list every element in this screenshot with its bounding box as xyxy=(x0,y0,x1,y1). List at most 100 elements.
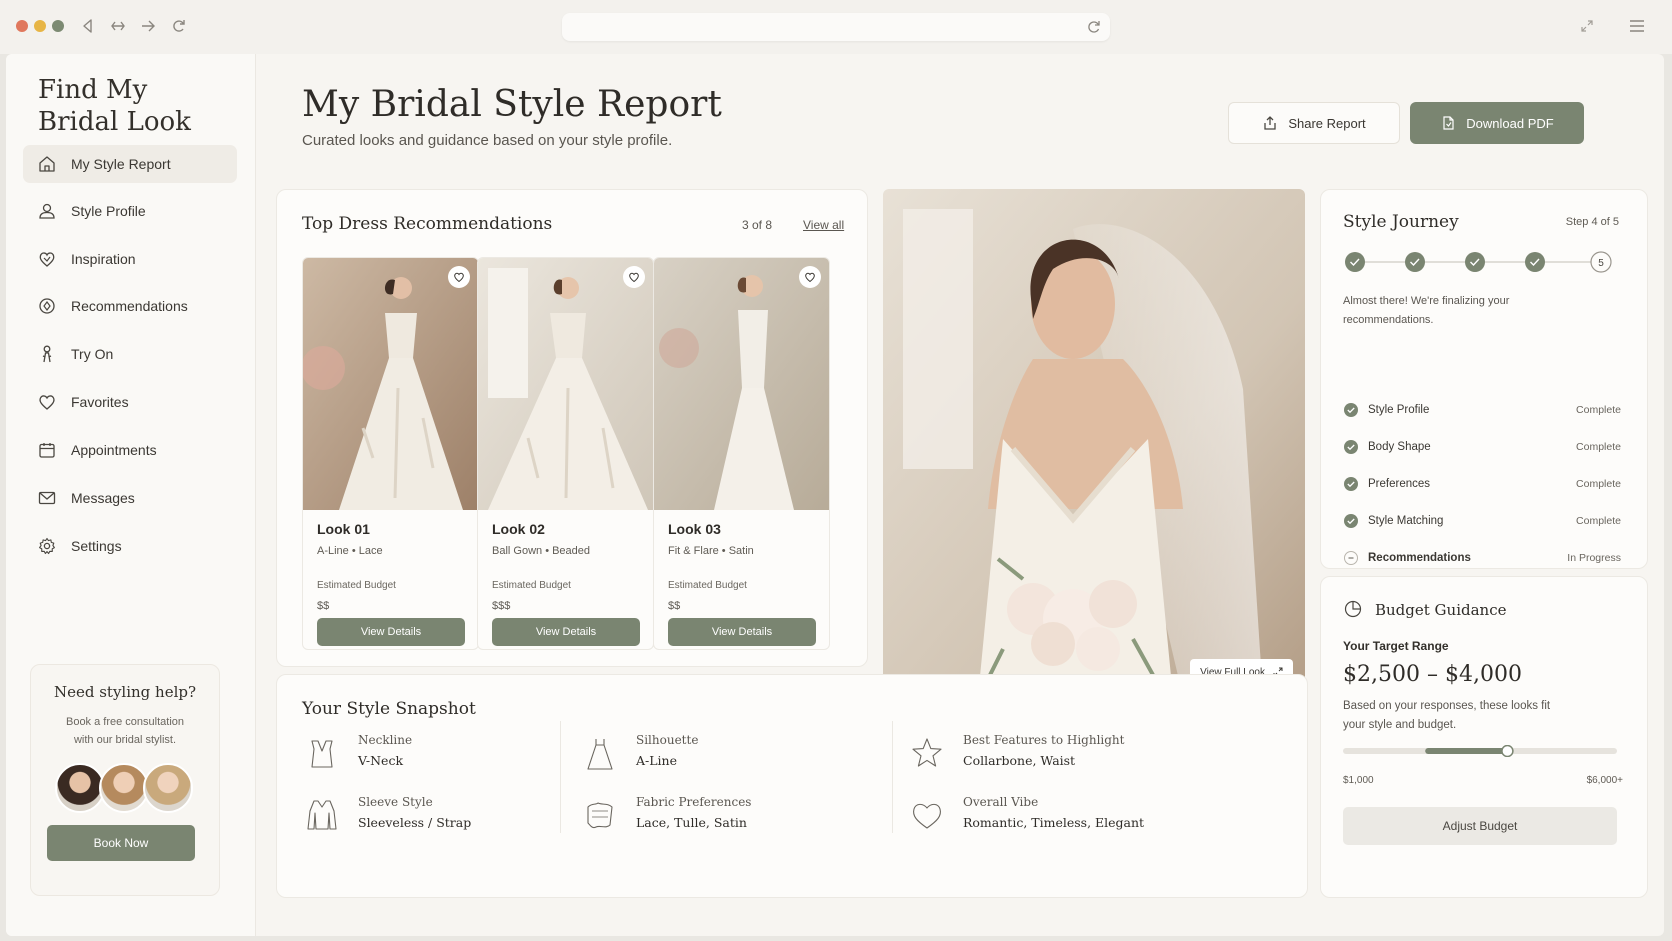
check-circle-icon xyxy=(1344,440,1358,454)
address-bar[interactable] xyxy=(562,13,1110,41)
download-pdf-button[interactable]: Download PDF xyxy=(1410,102,1584,144)
journey-row-label: Recommendations xyxy=(1368,552,1471,564)
journey-row-status: Complete xyxy=(1576,404,1621,416)
budget-description: Based on your responses, these looks fit… xyxy=(1343,700,1551,731)
view-details-button[interactable]: View Details xyxy=(668,618,816,646)
fabric-icon xyxy=(587,802,613,829)
sidebar-item-settings[interactable]: Settings xyxy=(23,527,237,565)
journey-row-label: Style Matching xyxy=(1368,515,1444,527)
back-icon[interactable] xyxy=(79,17,97,35)
journey-row: Body Shape Complete xyxy=(1343,438,1621,456)
stylist-avatars xyxy=(55,763,195,813)
book-now-button[interactable]: Book Now xyxy=(47,825,195,861)
dress-card-look-03[interactable]: Look 03 Fit & Flare • Satin Estimated Bu… xyxy=(653,257,830,650)
step-complete-icon xyxy=(1525,252,1545,272)
budget-range-slider[interactable] xyxy=(1343,745,1617,757)
sidebar-item-style-profile[interactable]: Style Profile xyxy=(23,192,237,230)
diamond-pin-icon xyxy=(39,298,55,314)
budget-icon xyxy=(1344,600,1362,618)
journey-stepper: 5 xyxy=(1345,251,1612,273)
favorite-button[interactable] xyxy=(448,266,470,288)
calendar-icon xyxy=(39,443,55,458)
inspiration-icon xyxy=(39,252,55,267)
refresh-icon[interactable] xyxy=(170,17,188,35)
snapshot-item-neckline: Neckline V-Neck xyxy=(304,731,554,773)
forward-icon[interactable] xyxy=(139,17,157,35)
sidebar-item-label: Recommendations xyxy=(71,298,188,314)
featured-look-photo[interactable]: View Full Look xyxy=(883,189,1305,697)
snapshot-label: Fabric Preferences xyxy=(636,795,752,809)
dress-photo xyxy=(303,258,478,510)
journey-row-label: Body Shape xyxy=(1368,441,1431,453)
help-title: Need styling help? xyxy=(53,683,197,701)
menu-icon[interactable] xyxy=(1628,18,1646,34)
journey-message: Almost there! We're finalizing your reco… xyxy=(1343,295,1510,326)
estimated-budget-label: Estimated Budget xyxy=(317,580,396,591)
view-details-button[interactable]: View Details xyxy=(492,618,640,646)
sidebar: Find My Bridal Look My Style Report Styl… xyxy=(6,54,256,936)
heart-icon xyxy=(913,803,941,829)
adjust-budget-button[interactable]: Adjust Budget xyxy=(1343,807,1617,845)
snapshot-label: Sleeve Style xyxy=(358,795,433,809)
estimated-budget-label: Estimated Budget xyxy=(492,580,571,591)
snapshot-label: Best Features to Highlight xyxy=(963,733,1125,747)
sidebar-item-label: Appointments xyxy=(71,442,157,458)
close-window-icon[interactable] xyxy=(16,20,28,32)
help-text: Book a free consultation with our bridal… xyxy=(65,716,185,746)
sidebar-item-recommendations[interactable]: Recommendations xyxy=(23,287,237,325)
share-report-label: Share Report xyxy=(1288,115,1366,131)
maximize-window-icon[interactable] xyxy=(52,20,64,32)
sidebar-item-messages[interactable]: Messages xyxy=(23,479,237,517)
home-icon xyxy=(39,156,55,172)
sleeve-icon xyxy=(307,800,337,830)
recommendations-count: 3 of 8 xyxy=(742,218,773,232)
view-details-button[interactable]: View Details xyxy=(317,618,465,646)
look-style: Ball Gown • Beaded xyxy=(492,545,591,557)
view-all-link[interactable]: View all xyxy=(803,218,844,232)
check-circle-icon xyxy=(1344,477,1358,491)
sidebar-item-label: Style Profile xyxy=(71,203,146,219)
share-icon xyxy=(1264,116,1276,130)
heart-icon xyxy=(39,395,55,410)
snapshot-title: Your Style Snapshot xyxy=(302,699,476,719)
download-pdf-label: Download PDF xyxy=(1466,115,1554,131)
step-complete-icon xyxy=(1405,252,1425,272)
reload-icon[interactable] xyxy=(1086,19,1102,35)
recommendations-title: Top Dress Recommendations xyxy=(302,214,553,234)
favorite-button[interactable] xyxy=(799,266,821,288)
snapshot-value: Romantic, Timeless, Elegant xyxy=(963,815,1145,830)
dress-card-look-01[interactable]: Look 01 A-Line • Lace Estimated Budget $… xyxy=(302,257,479,650)
dress-photo xyxy=(654,258,829,510)
minimize-window-icon[interactable] xyxy=(34,20,46,32)
journey-row-status: Complete xyxy=(1576,441,1621,453)
swap-icon[interactable] xyxy=(109,17,127,35)
style-journey-card: Style Journey Step 4 of 5 5 Almost there… xyxy=(1320,189,1648,569)
journey-row: Style Profile Complete xyxy=(1343,401,1621,419)
step-complete-icon xyxy=(1345,252,1365,272)
sidebar-item-inspiration[interactable]: Inspiration xyxy=(23,240,237,278)
expand-icon[interactable] xyxy=(1580,19,1594,33)
budget-title: Budget Guidance xyxy=(1375,601,1507,619)
star-icon xyxy=(912,738,942,767)
sidebar-item-appointments[interactable]: Appointments xyxy=(23,431,237,469)
sidebar-item-my-style-report[interactable]: My Style Report xyxy=(23,145,237,183)
favorite-button[interactable] xyxy=(623,266,645,288)
sidebar-item-favorites[interactable]: Favorites xyxy=(23,383,237,421)
current-step-number: 5 xyxy=(1598,258,1604,269)
slider-handle xyxy=(1501,745,1514,757)
target-range-value: $2,500 – $4,000 xyxy=(1343,662,1522,687)
look-name: Look 03 xyxy=(668,521,721,537)
dress-card-look-02[interactable]: Look 02 Ball Gown • Beaded Estimated Bud… xyxy=(477,257,654,650)
brand-logo[interactable]: Find My Bridal Look xyxy=(38,74,191,138)
share-report-button[interactable]: Share Report xyxy=(1228,102,1400,144)
snapshot-item-fabric: Fabric Preferences Lace, Tulle, Satin xyxy=(582,793,832,835)
page-title: My Bridal Style Report xyxy=(302,84,722,125)
snapshot-item-best-features: Best Features to Highlight Collarbone, W… xyxy=(909,731,1159,773)
target-range-label: Your Target Range xyxy=(1343,639,1449,653)
journey-title: Style Journey xyxy=(1343,212,1459,232)
mail-icon xyxy=(38,491,56,505)
snapshot-value: Sleeveless / Strap xyxy=(358,815,472,830)
document-icon xyxy=(1443,116,1454,130)
sidebar-item-try-on[interactable]: Try On xyxy=(23,335,237,373)
sidebar-item-label: Settings xyxy=(71,538,122,554)
